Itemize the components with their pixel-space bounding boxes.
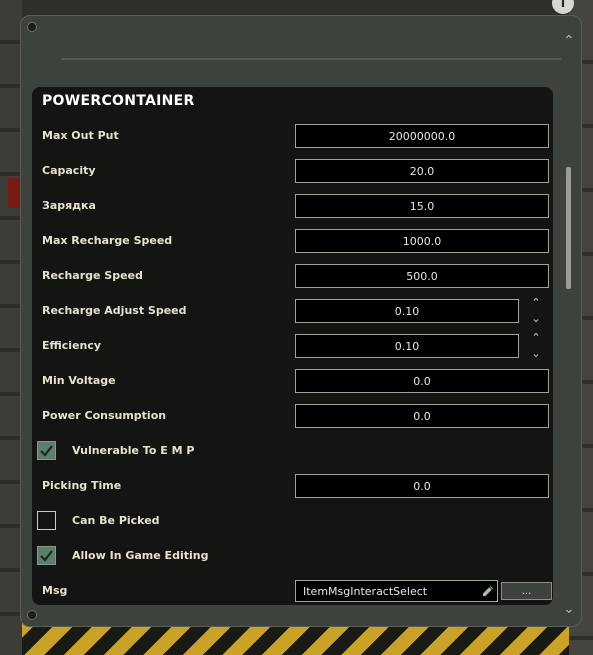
efficiency-stepper: ⌃ ⌄ bbox=[529, 332, 543, 360]
allow-in-game-editing-checkbox[interactable] bbox=[37, 546, 56, 565]
power-consumption-input[interactable]: 0.0 bbox=[295, 404, 549, 428]
chevron-down-icon[interactable]: ⌄ bbox=[531, 348, 540, 360]
recharge-adjust-speed-input[interactable]: 0.10 bbox=[295, 299, 519, 323]
frame-header-divider bbox=[61, 58, 561, 60]
allow-in-game-editing-label: Allow In Game Editing bbox=[72, 549, 209, 562]
recharge-adjust-speed-stepper: ⌃ ⌄ bbox=[529, 297, 543, 325]
powercontainer-panel: POWERCONTAINER Max Out Put 20000000.0 Ca… bbox=[32, 87, 553, 605]
checkmark-icon bbox=[40, 550, 53, 562]
background-wall-left bbox=[0, 0, 22, 655]
max-recharge-speed-input[interactable]: 1000.0 bbox=[295, 229, 549, 253]
recharge-speed-label: Recharge Speed bbox=[42, 269, 143, 282]
min-voltage-label: Min Voltage bbox=[42, 374, 116, 387]
capacity-input[interactable]: 20.0 bbox=[295, 159, 549, 183]
can-be-picked-checkbox[interactable] bbox=[37, 511, 56, 530]
max-recharge-speed-label: Max Recharge Speed bbox=[42, 234, 173, 247]
capacity-label: Capacity bbox=[42, 164, 96, 177]
chevron-up-icon[interactable]: ⌃ bbox=[531, 332, 540, 344]
picking-time-label: Picking Time bbox=[42, 479, 122, 492]
vulnerable-to-emp-checkbox[interactable] bbox=[37, 441, 56, 460]
efficiency-input[interactable]: 0.10 bbox=[295, 334, 519, 358]
max-output-label: Max Out Put bbox=[42, 129, 119, 142]
vulnerable-to-emp-label: Vulnerable To E M P bbox=[72, 444, 195, 457]
frame-screw-icon bbox=[27, 610, 37, 620]
panel-scrollbar[interactable] bbox=[566, 167, 571, 289]
recharge-adjust-speed-label: Recharge Adjust Speed bbox=[42, 304, 187, 317]
chevron-down-icon[interactable]: ⌄ bbox=[531, 313, 540, 325]
checkmark-icon bbox=[40, 445, 53, 457]
power-consumption-label: Power Consumption bbox=[42, 409, 167, 422]
msg-input[interactable]: ItemMsgInteractSelect bbox=[295, 580, 498, 602]
max-output-input[interactable]: 20000000.0 bbox=[295, 124, 549, 148]
msg-browse-button[interactable]: ... bbox=[501, 582, 552, 600]
frame-collapse-chevron-up-icon[interactable]: ⌃ bbox=[563, 33, 575, 49]
charge-input[interactable]: 15.0 bbox=[295, 194, 549, 218]
frame-expand-chevron-down-icon[interactable]: ⌄ bbox=[563, 601, 575, 617]
can-be-picked-label: Can Be Picked bbox=[72, 514, 160, 527]
recharge-speed-input[interactable]: 500.0 bbox=[295, 264, 549, 288]
picking-time-input[interactable]: 0.0 bbox=[295, 474, 549, 498]
pencil-icon[interactable] bbox=[480, 583, 496, 599]
frame-screw-icon bbox=[27, 22, 37, 32]
min-voltage-input[interactable]: 0.0 bbox=[295, 369, 549, 393]
panel-title: POWERCONTAINER bbox=[42, 93, 195, 109]
efficiency-label: Efficiency bbox=[42, 339, 102, 352]
chevron-up-icon[interactable]: ⌃ bbox=[531, 297, 540, 309]
background-red-light bbox=[8, 178, 20, 208]
msg-label: Msg bbox=[42, 584, 68, 597]
charge-label: Зарядка bbox=[42, 199, 96, 212]
